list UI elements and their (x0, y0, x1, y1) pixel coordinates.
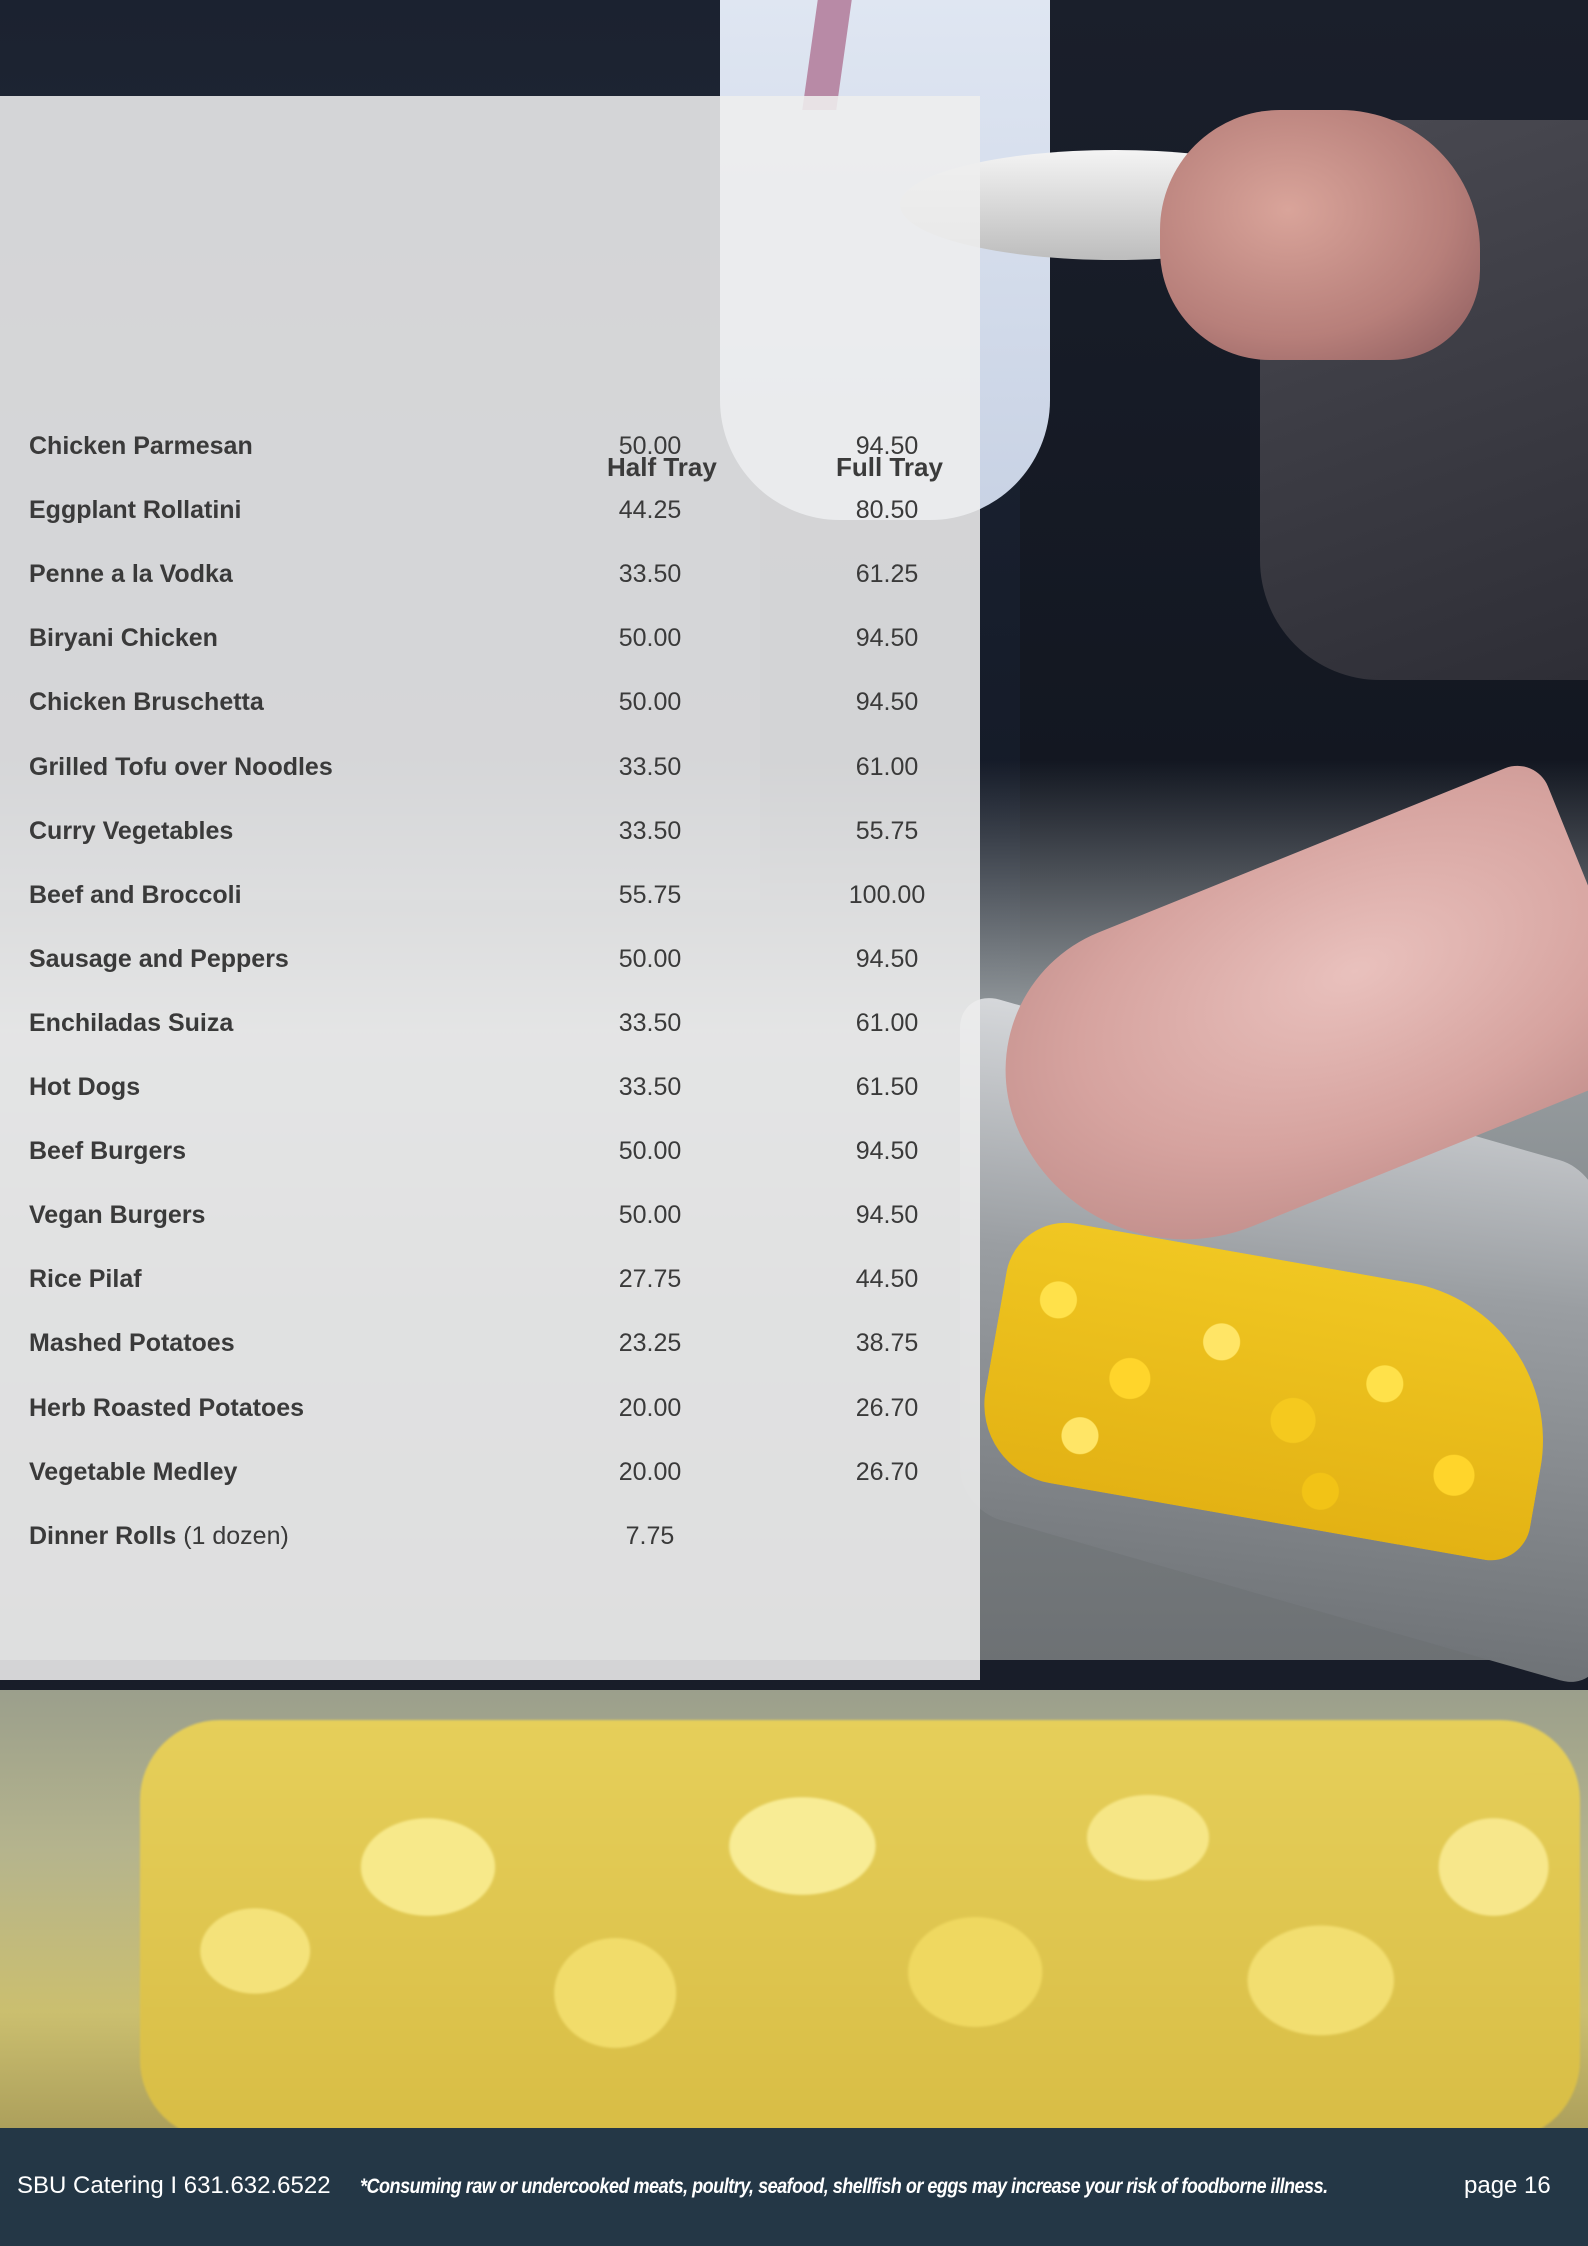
menu-row: Chicken Parmesan 50.00 94.50 (0, 426, 980, 466)
half-tray-price: 44.25 (618, 496, 682, 524)
photo-hand-top (1160, 110, 1480, 360)
menu-row: Grilled Tofu over Noodles 33.50 61.00 (0, 747, 980, 787)
full-tray-price: 94.50 (855, 688, 919, 716)
menu-row: Vegetable Medley 20.00 26.70 (0, 1452, 980, 1492)
menu-item-label: Curry Vegetables (29, 817, 234, 845)
menu-row: Curry Vegetables 33.50 55.75 (0, 811, 980, 851)
half-tray-price: 20.00 (618, 1458, 682, 1486)
half-tray-price: 33.50 (618, 1073, 682, 1101)
menu-item-name: Chicken Bruschetta (29, 682, 264, 722)
footer-bar: SBU Catering I 631.632.6522 *Consuming r… (0, 2128, 1588, 2246)
menu-item-name: Rice Pilaf (29, 1259, 142, 1299)
full-tray-price: 94.50 (855, 624, 919, 652)
menu-item-label: Penne a la Vodka (29, 560, 233, 588)
half-tray-price: 33.50 (618, 753, 682, 781)
full-tray-price: 61.00 (855, 1009, 919, 1037)
menu-row: Sausage and Peppers 50.00 94.50 (0, 939, 980, 979)
menu-item-label: Enchiladas Suiza (29, 1009, 234, 1037)
menu-item-label: Chicken Bruschetta (29, 688, 264, 716)
menu-row: Rice Pilaf 27.75 44.50 (0, 1259, 980, 1299)
menu-item-label: Grilled Tofu over Noodles (29, 753, 333, 781)
menu-item-label: Beef and Broccoli (29, 881, 242, 909)
full-tray-price: 61.00 (855, 753, 919, 781)
half-tray-price: 23.25 (618, 1329, 682, 1357)
menu-panel: Half Tray Full Tray Chicken Parmesan 50.0… (0, 96, 980, 1680)
menu-item-name: Eggplant Rollatini (29, 490, 242, 530)
menu-item-name: Dinner Rolls (1 dozen) (29, 1516, 289, 1556)
full-tray-price: 94.50 (855, 432, 919, 460)
menu-item-name: Vegetable Medley (29, 1452, 237, 1492)
half-tray-price: 50.00 (618, 1137, 682, 1165)
full-tray-price: 26.70 (855, 1458, 919, 1486)
footer-food-warning: *Consuming raw or undercooked meats, pou… (360, 2175, 1328, 2198)
menu-item-name: Herb Roasted Potatoes (29, 1388, 304, 1428)
menu-row: Chicken Bruschetta 50.00 94.50 (0, 682, 980, 722)
full-tray-price: 26.70 (855, 1394, 919, 1422)
half-tray-price: 33.50 (618, 560, 682, 588)
photo-potatoes (140, 1720, 1580, 2128)
menu-row: Mashed Potatoes 23.25 38.75 (0, 1323, 980, 1363)
half-tray-price: 55.75 (618, 881, 682, 909)
menu-item-name: Grilled Tofu over Noodles (29, 747, 333, 787)
full-tray-price: 61.50 (855, 1073, 919, 1101)
half-tray-price: 33.50 (618, 817, 682, 845)
full-tray-price: 80.50 (855, 496, 919, 524)
half-tray-price: 33.50 (618, 1009, 682, 1037)
menu-item-label: Eggplant Rollatini (29, 496, 242, 524)
full-tray-price: 94.50 (855, 1201, 919, 1229)
menu-row: Biryani Chicken 50.00 94.50 (0, 618, 980, 658)
menu-item-label: Sausage and Peppers (29, 945, 289, 973)
full-tray-price: 55.75 (855, 817, 919, 845)
menu-item-label: Chicken Parmesan (29, 432, 253, 460)
menu-row: Herb Roasted Potatoes 20.00 26.70 (0, 1388, 980, 1428)
menu-row: Dinner Rolls (1 dozen) 7.75 (0, 1516, 980, 1556)
half-tray-price: 50.00 (618, 432, 682, 460)
menu-item-name: Vegan Burgers (29, 1195, 205, 1235)
menu-item-name: Mashed Potatoes (29, 1323, 235, 1363)
menu-item-label: Hot Dogs (29, 1073, 141, 1101)
menu-item-name: Sausage and Peppers (29, 939, 289, 979)
menu-item-name: Biryani Chicken (29, 618, 218, 658)
menu-item-name: Hot Dogs (29, 1067, 140, 1107)
half-tray-price: 27.75 (618, 1265, 682, 1293)
full-tray-price: 94.50 (855, 945, 919, 973)
menu-item-name: Penne a la Vodka (29, 554, 233, 594)
menu-row: Hot Dogs 33.50 61.50 (0, 1067, 980, 1107)
half-tray-price: 50.00 (618, 624, 682, 652)
half-tray-price: 50.00 (618, 688, 682, 716)
menu-item-label: Dinner Rolls (29, 1522, 177, 1550)
menu-row: Beef Burgers 50.00 94.50 (0, 1131, 980, 1171)
menu-item-label: Rice Pilaf (29, 1265, 142, 1293)
full-tray-price: 94.50 (855, 1137, 919, 1165)
page-number: page 16 (1464, 2172, 1551, 2199)
menu-item-name: Curry Vegetables (29, 811, 233, 851)
full-tray-price: 38.75 (855, 1329, 919, 1357)
menu-item-name: Enchiladas Suiza (29, 1003, 233, 1043)
menu-item-label: Herb Roasted Potatoes (29, 1394, 305, 1422)
menu-item-label: Beef Burgers (29, 1137, 186, 1165)
full-tray-price: 100.00 (848, 881, 926, 909)
half-tray-price: 20.00 (618, 1394, 682, 1422)
full-tray-price: 61.25 (855, 560, 919, 588)
footer-contact: SBU Catering I 631.632.6522 (17, 2172, 331, 2199)
full-tray-price: 44.50 (855, 1265, 919, 1293)
menu-item-name: Beef and Broccoli (29, 875, 242, 915)
menu-row: Penne a la Vodka 33.50 61.25 (0, 554, 980, 594)
half-tray-price: 50.00 (618, 945, 682, 973)
menu-row: Vegan Burgers 50.00 94.50 (0, 1195, 980, 1235)
menu-row: Eggplant Rollatini 44.25 80.50 (0, 490, 980, 530)
menu-item-note: (1 dozen) (183, 1522, 289, 1550)
menu-item-label: Vegetable Medley (29, 1458, 238, 1486)
menu-item-label: Vegan Burgers (29, 1201, 206, 1229)
menu-item-name: Chicken Parmesan (29, 426, 253, 466)
half-tray-price: 7.75 (625, 1522, 675, 1550)
menu-item-label: Biryani Chicken (29, 624, 218, 652)
menu-item-name: Beef Burgers (29, 1131, 186, 1171)
menu-item-label: Mashed Potatoes (29, 1329, 235, 1357)
half-tray-price: 50.00 (618, 1201, 682, 1229)
menu-row: Enchiladas Suiza 33.50 61.00 (0, 1003, 980, 1043)
menu-row: Beef and Broccoli 55.75 100.00 (0, 875, 980, 915)
